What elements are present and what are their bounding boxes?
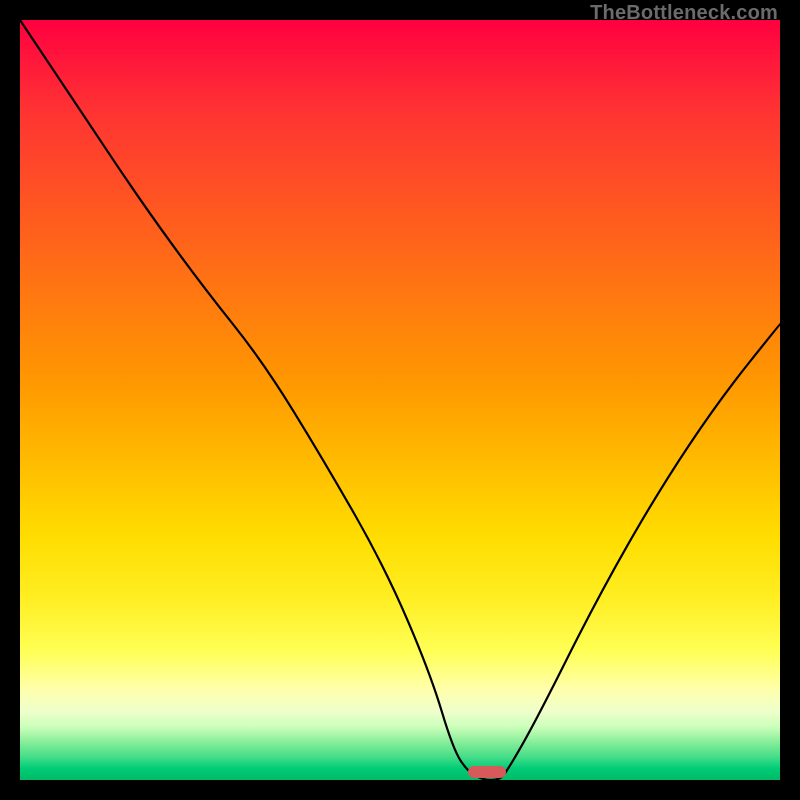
watermark-text: TheBottleneck.com: [590, 2, 778, 25]
chart-frame: TheBottleneck.com: [0, 0, 800, 800]
plot-area: [20, 20, 780, 780]
bottleneck-curve: [20, 20, 780, 780]
optimal-marker: [468, 766, 506, 778]
curve-path: [20, 20, 780, 780]
